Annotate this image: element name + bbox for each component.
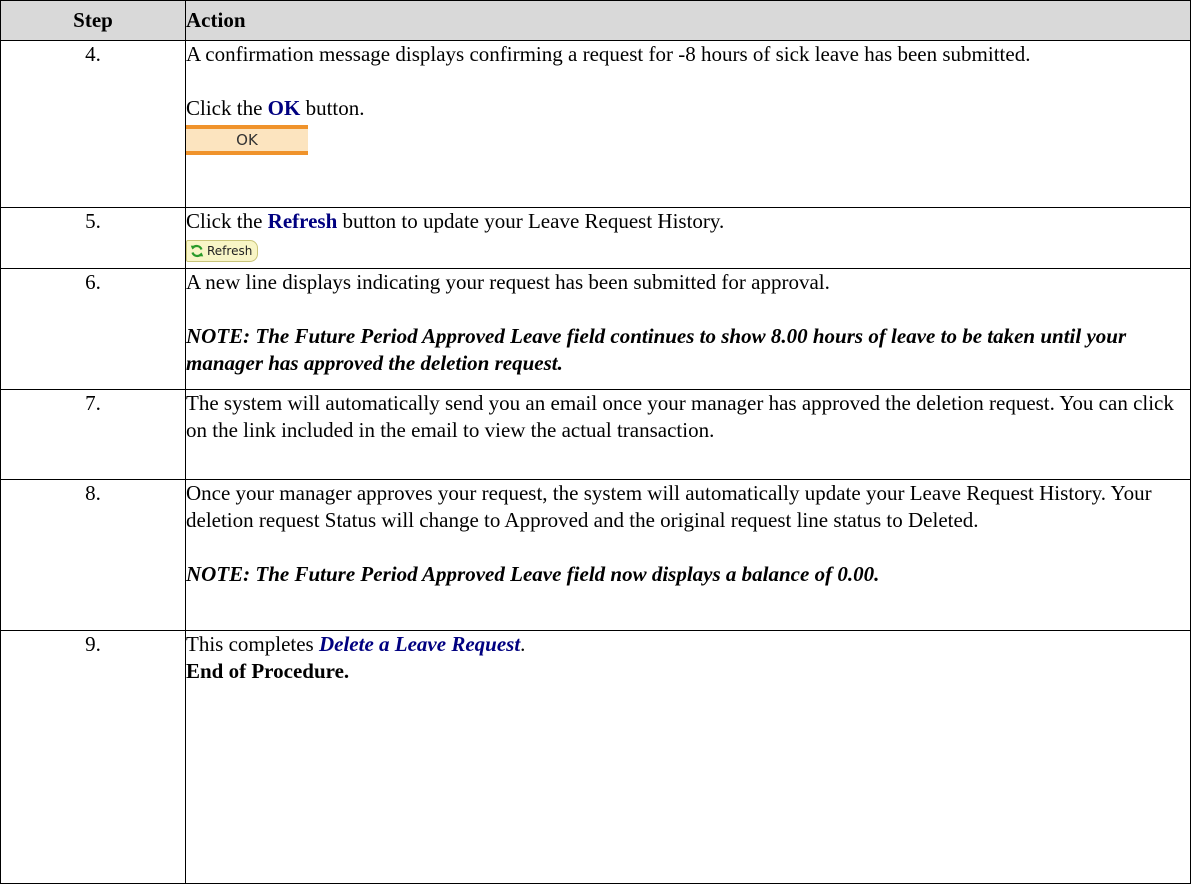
table-row: 9. This completes Delete a Leave Request…: [0, 630, 1191, 884]
table-row: 4. A confirmation message displays confi…: [0, 40, 1191, 208]
action-cell: Once your manager approves your request,…: [185, 479, 1191, 631]
action-text: A new line displays indicating your requ…: [186, 270, 830, 294]
step-number: 6.: [0, 268, 186, 390]
action-text: A confirmation message displays confirmi…: [186, 42, 1031, 66]
step-number: 5.: [0, 207, 186, 269]
action-cell: Click the Refresh button to update your …: [185, 207, 1191, 269]
action-cell: This completes Delete a Leave Request. E…: [185, 630, 1191, 884]
table-row: 7. The system will automatically send yo…: [0, 389, 1191, 480]
completion-text: This completes Delete a Leave Request.: [186, 631, 1190, 658]
table-row: 8. Once your manager approves your reque…: [0, 479, 1191, 631]
procedure-table: Step Action 4. A confirmation message di…: [0, 0, 1191, 884]
instruction-text: Click the: [186, 96, 268, 120]
refresh-button[interactable]: Refresh: [186, 240, 259, 262]
table-row: 5. Click the Refresh button to update yo…: [0, 207, 1191, 269]
click-instruction: Click the Refresh button to update your …: [186, 208, 1190, 235]
step-number: 9.: [0, 630, 186, 884]
instruction-text: .: [520, 632, 526, 656]
step-number: 4.: [0, 40, 186, 208]
note-text: NOTE: The Future Period Approved Leave f…: [186, 324, 1127, 375]
step-number: 8.: [0, 479, 186, 631]
action-text: Once your manager approves your request,…: [186, 481, 1152, 532]
ok-button[interactable]: OK: [186, 125, 308, 155]
refresh-highlight: Refresh: [267, 209, 338, 233]
step-column-header: Step: [0, 0, 186, 41]
refresh-icon: [190, 244, 204, 258]
procedure-title: Delete a Leave Request: [318, 632, 521, 656]
instruction-text: This completes: [186, 632, 319, 656]
step-number: 7.: [0, 389, 186, 480]
action-cell: A confirmation message displays confirmi…: [185, 40, 1191, 208]
action-column-header: Action: [185, 0, 1191, 41]
table-header-row: Step Action: [0, 0, 1191, 41]
action-text: The system will automatically send you a…: [186, 391, 1174, 442]
instruction-text: button.: [300, 96, 365, 120]
refresh-button-label: Refresh: [207, 243, 253, 258]
click-instruction: Click the OK button.: [186, 95, 1190, 122]
table-row: 6. A new line displays indicating your r…: [0, 268, 1191, 390]
ok-highlight: OK: [267, 96, 301, 120]
note-text: NOTE: The Future Period Approved Leave f…: [186, 562, 880, 586]
action-cell: A new line displays indicating your requ…: [185, 268, 1191, 390]
action-cell: The system will automatically send you a…: [185, 389, 1191, 480]
end-of-procedure: End of Procedure.: [186, 659, 350, 683]
instruction-text: button to update your Leave Request Hist…: [337, 209, 725, 233]
instruction-text: Click the: [186, 209, 268, 233]
